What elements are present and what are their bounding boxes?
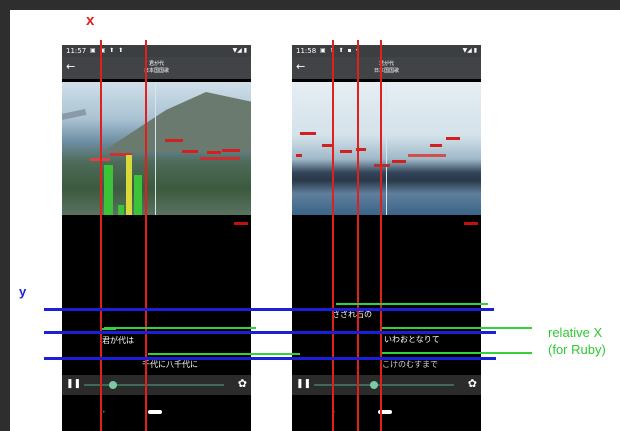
pitch-note	[392, 160, 406, 163]
relative-x-annotation: relative X (for Ruby)	[548, 324, 606, 358]
x-guide-line	[380, 40, 382, 431]
pitch-note	[207, 151, 221, 154]
seek-knob[interactable]	[370, 381, 379, 389]
seek-bar[interactable]	[84, 384, 224, 386]
player-controls: ❚❚ ✿	[292, 375, 481, 395]
pitch-note	[446, 137, 460, 140]
lyric-line-2: 千代に八千代に	[142, 360, 198, 369]
pitch-bar	[104, 165, 113, 215]
window-top-border	[0, 0, 620, 10]
playhead-line	[386, 82, 387, 215]
home-pill-icon[interactable]	[148, 410, 162, 414]
seek-bar[interactable]	[314, 384, 454, 386]
settings-icon[interactable]: ✿	[468, 377, 477, 390]
pitch-note	[222, 149, 240, 152]
nav-dot-icon: •	[102, 409, 106, 416]
seek-knob[interactable]	[109, 381, 118, 389]
score-marker	[234, 222, 248, 225]
pitch-bar	[126, 155, 132, 215]
status-bar: 11:58 ▣ ⬆ ⬆ ▪ • ▼◢ ▮	[292, 45, 481, 57]
phone-screen-right: 11:58 ▣ ⬆ ⬆ ▪ • ▼◢ ▮ ← 君が代 日本国国歌 さざれ石の い…	[292, 45, 481, 431]
pitch-bar	[118, 205, 124, 215]
nav-bar: •	[292, 397, 481, 431]
ruby-offset-line	[336, 303, 488, 305]
app-bar: ← 君が代 日本国国歌	[292, 57, 481, 79]
x-guide-line	[332, 40, 334, 431]
pause-icon[interactable]: ❚❚	[296, 379, 311, 389]
lyric-line-3: こけのむすまで	[382, 360, 438, 369]
score-marker	[464, 222, 478, 225]
x-guide-line	[145, 40, 147, 431]
x-guide-line	[100, 40, 102, 431]
settings-icon[interactable]: ✿	[238, 377, 247, 390]
airplane-wing	[62, 108, 87, 122]
pitch-note	[200, 157, 240, 160]
pitch-note	[408, 154, 446, 157]
ruby-offset-line	[148, 353, 300, 355]
video-player[interactable]	[62, 82, 251, 215]
y-axis-label: y	[19, 284, 27, 299]
notification-icons: ▣ ▣ ⬆ ⬆	[90, 47, 125, 54]
annotation-line-2: (for Ruby)	[548, 342, 606, 357]
song-title: 君が代	[148, 61, 164, 67]
y-guide-line	[44, 308, 494, 311]
lyric-line-2: いわおとなりて	[384, 335, 440, 344]
ruby-offset-line	[382, 327, 532, 329]
pitch-note	[430, 144, 442, 147]
playhead-line	[155, 82, 156, 215]
player-controls: ❚❚ ✿	[62, 375, 251, 395]
pitch-note	[165, 139, 183, 142]
mountain-scenery	[102, 92, 251, 152]
lyric-line-1: 君が代は	[102, 336, 134, 345]
annotation-line-1: relative X	[548, 325, 603, 340]
song-title: 君が代	[378, 61, 394, 67]
nav-bar: •	[62, 397, 251, 431]
x-guide-line	[357, 40, 359, 431]
status-bar: 11:57 ▣ ▣ ⬆ ⬆ ▼◢ ▮	[62, 45, 251, 57]
app-bar: ← 君が代 日本国国歌	[62, 57, 251, 79]
notification-icons: ▣ ⬆ ⬆ ▪ •	[320, 47, 360, 54]
signal-battery-icon: ▼◢ ▮	[232, 47, 247, 54]
pitch-note	[182, 150, 198, 153]
status-time: 11:57	[66, 47, 87, 55]
pitch-note	[340, 150, 352, 153]
ruby-offset-line	[104, 327, 256, 329]
pitch-note	[374, 164, 390, 167]
pitch-bar	[134, 175, 142, 215]
signal-battery-icon: ▼◢ ▮	[462, 47, 477, 54]
pause-icon[interactable]: ❚❚	[66, 379, 81, 389]
y-guide-line	[44, 357, 496, 360]
phone-screen-left: 11:57 ▣ ▣ ⬆ ⬆ ▼◢ ▮ ← 君が代 日本国国歌 君が代は 千代に八…	[62, 45, 251, 431]
video-player[interactable]	[292, 82, 481, 215]
x-axis-label: x	[86, 12, 95, 29]
song-subtitle: 日本国国歌	[143, 68, 169, 74]
y-guide-line	[44, 331, 496, 334]
pitch-note	[296, 154, 302, 157]
song-subtitle: 日本国国歌	[373, 68, 399, 74]
ruby-offset-line	[382, 352, 532, 354]
pitch-note	[300, 132, 316, 135]
window-left-border	[0, 0, 10, 431]
status-time: 11:58	[296, 47, 317, 55]
